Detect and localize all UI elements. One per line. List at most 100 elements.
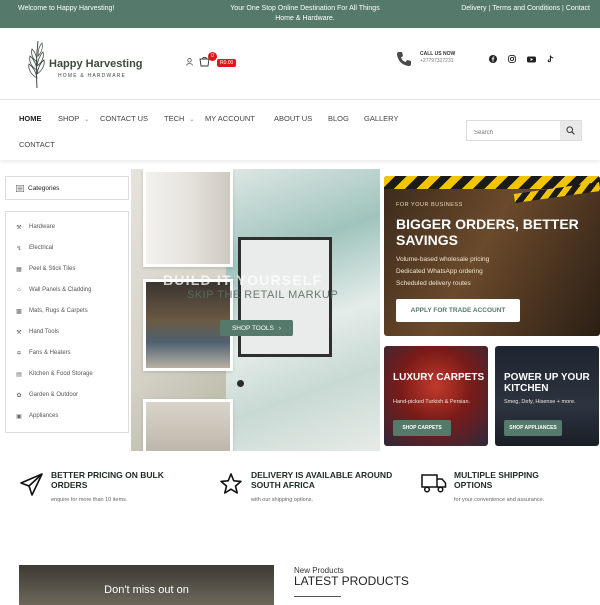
nav-blog[interactable]: BLOG [328,114,349,123]
terms-link[interactable]: Terms and Conditions [492,5,560,12]
slider-dot[interactable] [237,380,244,387]
category-label: Appliances [29,413,59,419]
feature-desc: for your convenience and assurance. [454,497,545,503]
brand-subtitle: HOME & HARDWARE [58,73,127,79]
brand-name: Happy Harvesting [49,58,143,70]
separator: | [562,5,564,12]
title-underline [294,596,341,597]
cart-total[interactable]: R0.00 [217,59,237,67]
search-input[interactable] [467,123,562,143]
tagline-text: Your One Stop Online Destination For All… [230,5,380,22]
category-tiles[interactable]: ▦ Peel & Stick Tiles [16,266,75,273]
nav-tech[interactable]: TECH ⌄ [164,114,194,123]
paper-plane-icon [20,473,43,496]
category-label: Hardware [29,224,56,230]
hammer-icon: ⚒ [16,224,22,231]
promo-desc: Smeg, Defy, Hisense + more. [504,399,576,405]
category-electrical[interactable]: ↯ Electrical [16,245,54,252]
nav-tech-label: TECH [164,114,185,123]
search-button[interactable] [560,121,581,140]
site-header: Happy Harvesting HOME & HARDWARE 0 R0.00… [0,28,600,100]
nav-home[interactable]: HOME [19,114,42,123]
plant-icon: ✿ [16,392,22,399]
category-label: Hand Tools [29,329,59,335]
phone-icon [397,52,411,66]
shop-tools-button[interactable]: SHOP TOOLS › [220,320,293,336]
nav-gallery[interactable]: GALLERY [364,114,398,123]
top-links: Delivery | Terms and Conditions | Contac… [461,5,590,12]
nav-contact-us[interactable]: CONTACT US [100,114,148,123]
category-appliances[interactable]: ▣ Appliances [16,413,59,420]
panel-photo [143,399,233,451]
apply-trade-account-button[interactable]: APPLY FOR TRADE ACCOUNT [396,299,520,322]
nav-shop[interactable]: SHOP ⌄ [58,114,89,123]
category-label: Mats, Rugs & Carpets [29,308,88,314]
nav-shop-label: SHOP [58,114,80,123]
tiktok-icon[interactable] [545,54,555,64]
youtube-icon[interactable] [526,54,536,64]
nav-contact[interactable]: CONTACT [19,140,55,149]
category-hardware[interactable]: ⚒ Hardware [16,224,56,231]
facebook-icon[interactable] [488,54,498,64]
category-label: Fans & Heaters [29,350,71,356]
category-mats[interactable]: ▩ Mats, Rugs & Carpets [16,308,88,315]
main-nav: HOME SHOP ⌄ CONTACT US TECH ⌄ MY ACCOUNT A… [0,100,600,160]
menu-icon [16,185,24,192]
trade-feature: Dedicated WhatsApp ordering [396,268,483,275]
delivery-link[interactable]: Delivery [461,5,486,12]
trade-feature: Volume-based wholesale pricing [396,256,490,263]
leaf-logo-icon [28,40,45,89]
feature-title: DELIVERY IS AVAILABLE AROUND SOUTH AFRIC… [251,470,396,490]
trade-banner: FOR YOUR BUSINESS BIGGER ORDERS, BETTER … [384,176,600,336]
category-label: Electrical [29,245,54,251]
promo-title: LUXURY CARPETS [393,372,485,383]
home-icon: ⌂ [17,287,21,293]
chevron-right-icon: › [278,324,282,332]
nav-about-us[interactable]: ABOUT US [274,114,312,123]
category-garden[interactable]: ✿ Garden & Outdoor [16,392,78,399]
carpets-promo: LUXURY CARPETS Hand-picked Turkish & Per… [384,346,488,446]
kitchen-icon: ▤ [16,371,22,378]
category-hand-tools[interactable]: ⚒ Hand Tools [16,329,59,336]
feature-desc: enquire for more than 10 items. [51,497,128,503]
latest-products-title: LATEST PRODUCTS [294,574,409,588]
welcome-text: Welcome to Happy Harvesting! [18,5,115,12]
deal-banner[interactable]: Don't miss out on [19,565,274,605]
nav-my-account[interactable]: MY ACCOUNT [205,114,255,123]
category-kitchen[interactable]: ▤ Kitchen & Food Storage [16,371,93,378]
rug-icon: ▩ [16,308,22,315]
category-label: Wall Panels & Cladding [29,287,92,293]
category-fans[interactable]: ✡ Fans & Heaters [16,350,71,357]
shop-appliances-button[interactable]: SHOP APPLIANCES [504,420,562,436]
tile-icon: ▦ [16,266,22,273]
trade-feature: Scheduled delivery routes [396,280,471,287]
trade-title: BIGGER ORDERS, BETTER SAVINGS [396,216,579,248]
feature-title: MULTIPLE SHIPPING OPTIONS [454,470,554,490]
category-wall-panels[interactable]: ⌂ Wall Panels & Cladding [16,287,91,293]
instagram-icon[interactable] [507,54,517,64]
feature-title: BETTER PRICING ON BULK ORDERS [51,470,191,490]
trade-kicker: FOR YOUR BUSINESS [396,202,463,208]
logo[interactable]: Happy Harvesting HOME & HARDWARE [24,38,144,90]
social-links [488,54,555,64]
user-icon[interactable] [186,58,193,66]
chevron-down-icon: ⌄ [84,117,90,123]
star-icon [220,473,242,494]
chevron-down-icon: ⌄ [189,117,195,123]
top-bar: Welcome to Happy Harvesting! Your One St… [0,0,600,28]
call-number[interactable]: +27797327231 [420,58,454,64]
shop-carpets-button[interactable]: SHOP CARPETS [393,420,451,436]
categories-header[interactable]: Categories [5,176,129,200]
cart-count-badge: 0 [208,52,217,61]
feature-title-text: MULTIPLE SHIPPING OPTIONS [454,470,539,490]
hero-slider: BUILD IT YOURSELF SKIP THE RETAIL MARKUP… [131,169,380,451]
contact-link[interactable]: Contact [566,5,590,12]
wrench-icon: ⚒ [16,329,22,336]
hero-subtitle: SKIP THE RETAIL MARKUP [187,289,339,301]
appliance-icon: ▣ [16,413,22,420]
search-icon [566,126,575,135]
feature-title-text: BETTER PRICING ON BULK ORDERS [51,470,164,490]
bolt-icon: ↯ [16,245,22,252]
search-box [466,120,582,143]
truck-icon [421,474,447,493]
